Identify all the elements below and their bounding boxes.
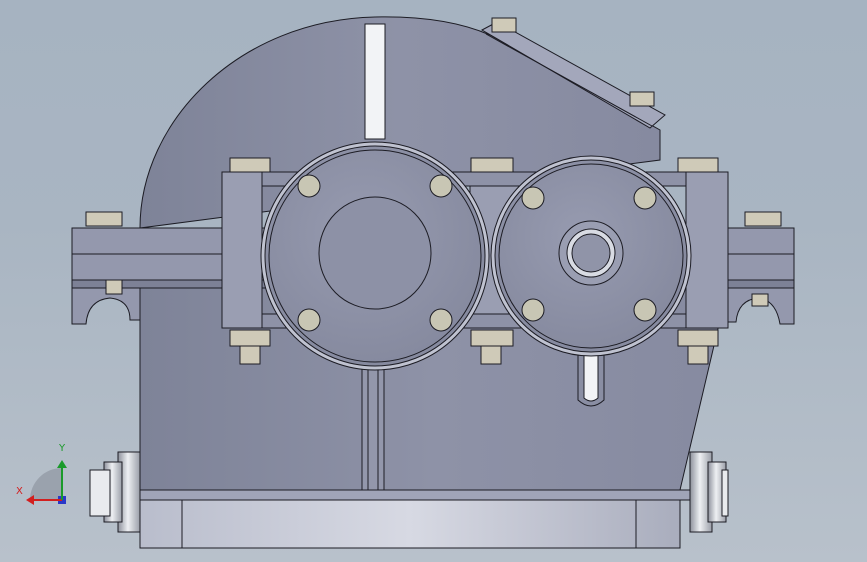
graphics-viewport[interactable]: X Y — [0, 0, 867, 562]
y-axis-arrow — [57, 460, 67, 468]
triad-xz-plane — [30, 468, 62, 500]
x-axis-arrow — [26, 495, 34, 505]
y-axis-label: Y — [59, 443, 66, 454]
x-axis-label: X — [16, 486, 23, 497]
axis-triad — [26, 460, 67, 505]
